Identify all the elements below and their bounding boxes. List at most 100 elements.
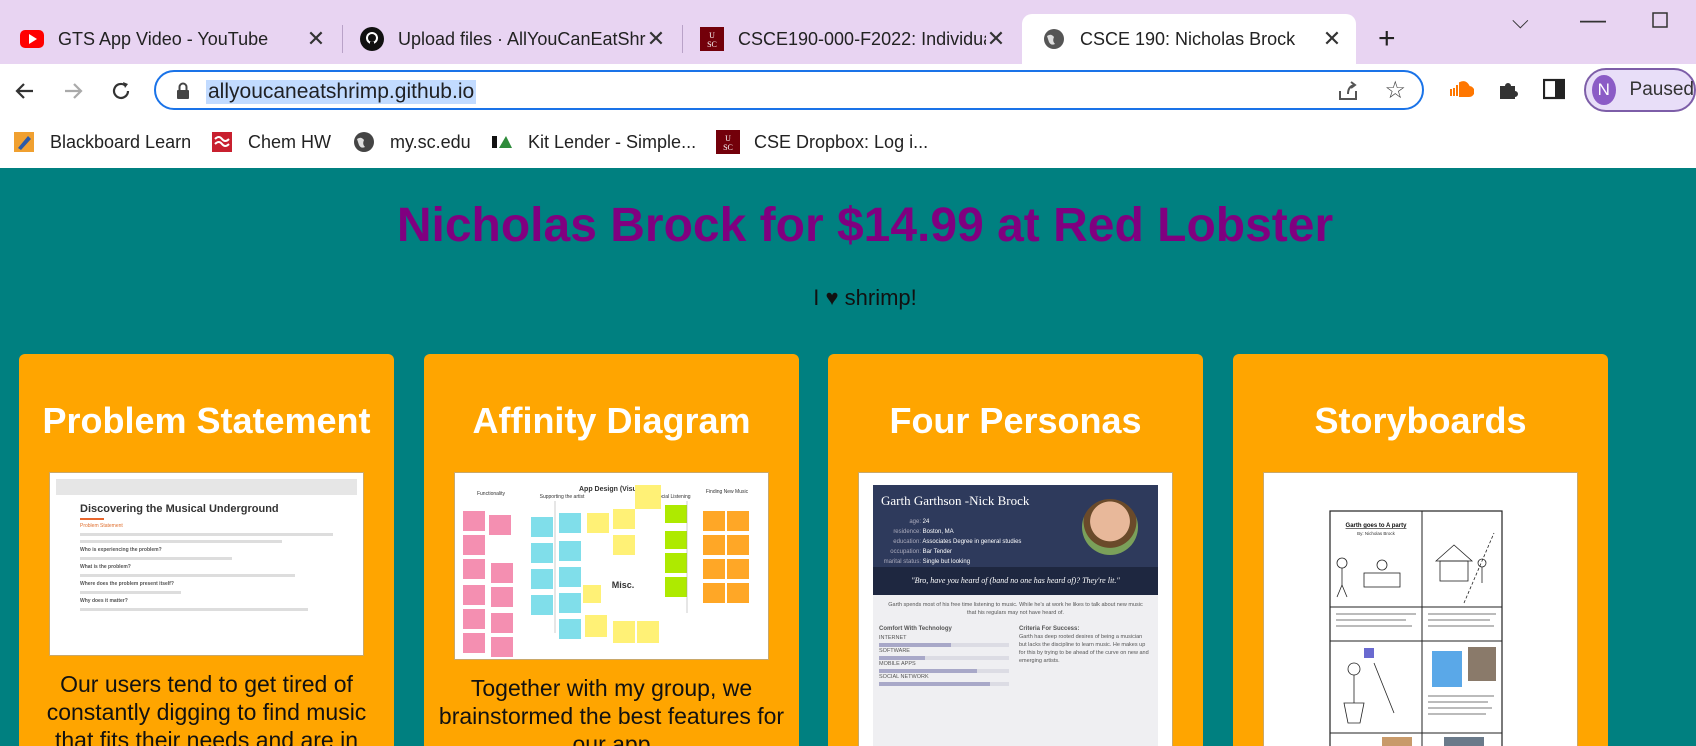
card-affinity-diagram: Affinity Diagram Functionality Supportin… [424, 354, 799, 746]
card-storyboards: Storyboards Garth goes to A party By: Ni… [1233, 354, 1608, 746]
persona-criteria-heading: Criteria For Success: [1019, 626, 1080, 632]
card-four-personas: Four Personas Garth Garthson -Nick Brock… [828, 354, 1203, 746]
storyboard-image[interactable]: Garth goes to A party By: Nicholas Brock [1263, 472, 1578, 746]
affinity-header: Finding New Music [706, 489, 749, 495]
card-description: Our users tend to get tired of constantl… [46, 671, 367, 746]
profile-button[interactable]: N Paused [1584, 68, 1696, 112]
card-heading: Problem Statement [42, 400, 371, 441]
close-icon[interactable]: ✕ [646, 26, 666, 52]
youtube-icon [20, 27, 44, 51]
arrow-right-icon [65, 83, 83, 99]
web-page: Nicholas Brock for $14.99 at Red Lobster… [0, 168, 1696, 746]
card-problem-statement: Problem Statement Discovering the Musica… [19, 354, 394, 746]
tab-csce190-course[interactable]: U SC CSCE190-000-F2022: Individua ✕ [680, 14, 1020, 64]
new-tab-button[interactable]: + [1378, 22, 1396, 56]
card-heading: Storyboards [1314, 400, 1527, 441]
profile-status: Paused [1629, 79, 1694, 100]
thumb-question: Who is experiencing the problem? [80, 547, 162, 553]
bookmark-label: Chem HW [248, 131, 332, 152]
tab-youtube[interactable]: GTS App Video - YouTube ✕ [0, 14, 340, 64]
comfort-bar [879, 682, 990, 686]
storyboard-graphic: Garth goes to A party By: Nicholas Brock [1329, 510, 1503, 746]
avatar: N [1592, 75, 1616, 105]
affinity-center-label: Misc. [612, 580, 635, 590]
persona-tech-comfort: Comfort With Technology INTERNET SOFTWAR… [879, 625, 1009, 686]
globe-icon [352, 130, 376, 154]
svg-text:SC: SC [707, 40, 717, 49]
persona-bio: Garth spends most of his free time liste… [888, 602, 1143, 616]
persona-comfort-heading: Comfort With Technology [879, 626, 952, 632]
forward-button[interactable] [56, 74, 90, 108]
comfort-label: MOBILE APPS [879, 661, 916, 667]
thumb-question: Why does it matter? [80, 598, 128, 604]
bookmark-kit-lender[interactable]: Kit Lender - Simple... [490, 130, 696, 154]
affinity-header: Supporting the artist [540, 494, 585, 500]
arrow-left-icon [15, 83, 33, 99]
tab-search-chevron-icon[interactable]: ⌵ [1512, 8, 1529, 34]
bookmark-chem-hw[interactable]: Chem HW [210, 130, 331, 154]
svg-text:U: U [709, 31, 715, 40]
bookmark-label: Blackboard Learn [50, 131, 192, 152]
bookmark-star-icon[interactable]: ☆ [1384, 76, 1406, 105]
tab-strip: GTS App Video - YouTube ✕ Upload files ·… [0, 0, 1696, 64]
persona-header: Garth Garthson -Nick Brock age: 24 resid… [873, 485, 1158, 595]
affinity-diagram-image[interactable]: Functionality Supporting the artist App … [454, 472, 769, 660]
kitlender-icon [490, 130, 514, 154]
comfort-label: INTERNET [879, 635, 907, 641]
address-bar[interactable]: allyoucaneatshrimp.github.io ☆ [154, 70, 1424, 110]
page-title: Nicholas Brock for $14.99 at Red Lobster [396, 199, 1334, 252]
tagline: I ♥ shrimp! [813, 285, 917, 310]
bookmark-label: Kit Lender - Simple... [528, 131, 697, 152]
close-icon[interactable]: ✕ [306, 26, 326, 52]
persona-name: Garth Garthson -Nick Brock [881, 493, 1030, 508]
usc-icon: U SC [716, 130, 740, 154]
usc-icon: U SC [700, 27, 724, 51]
card-heading: Affinity Diagram [472, 400, 751, 441]
share-icon[interactable] [1336, 79, 1360, 108]
bookmark-label: my.sc.edu [390, 131, 471, 152]
extensions-puzzle-icon[interactable] [1496, 78, 1520, 107]
tab-title: GTS App Video - YouTube [58, 28, 269, 49]
close-icon[interactable]: ✕ [1322, 26, 1342, 52]
minimize-button[interactable]: — [1580, 4, 1606, 35]
bookmark-blackboard-learn[interactable]: Blackboard Learn [12, 130, 191, 154]
comfort-label: SOCIAL NETWORK [879, 674, 929, 680]
bookmark-my-sc-edu[interactable]: my.sc.edu [352, 130, 471, 154]
thumb-subtitle: Problem Statement [80, 523, 123, 529]
bookmarks-bar: Blackboard Learn Chem HW my.sc.edu Kit L… [0, 118, 1696, 169]
persona-photo [1082, 499, 1138, 555]
tab-title: Upload files · AllYouCanEatShri [398, 28, 646, 49]
thumb-question: Where does the problem present itself? [80, 581, 174, 587]
persona-details: age: 24 residence: Boston, MA education:… [883, 519, 1022, 565]
thumb-title: Discovering the Musical Underground [80, 503, 279, 515]
browser-toolbar: allyoucaneatshrimp.github.io ☆ N Paused [0, 64, 1696, 118]
persona-criteria: Criteria For Success: Garth has deep roo… [1019, 625, 1149, 665]
bookmark-label: CSE Dropbox: Log i... [754, 131, 929, 152]
card-description: Together with my group, we brainstormed … [438, 675, 785, 746]
bookmark-cse-dropbox[interactable]: U SC CSE Dropbox: Log i... [716, 130, 928, 154]
svg-text:SC: SC [723, 143, 733, 152]
svg-text:U: U [725, 134, 731, 143]
card-heading: Four Personas [889, 400, 1142, 441]
lock-icon [176, 82, 190, 105]
back-button[interactable] [8, 74, 42, 108]
maximize-button[interactable] [1652, 8, 1668, 34]
storyboard-title: Garth goes to A party [1346, 523, 1408, 529]
persona-image[interactable]: Garth Garthson -Nick Brock age: 24 resid… [858, 472, 1173, 746]
persona-quote: "Bro, have you heard of (band no one has… [873, 567, 1158, 595]
soundcloud-icon[interactable] [1446, 78, 1475, 103]
tab-title: CSCE 190: Nicholas Brock [1080, 28, 1296, 49]
persona-criteria-text: Garth has deep rooted desires of being a… [1019, 634, 1149, 664]
affinity-header: Functionality [477, 491, 506, 497]
side-panel-icon[interactable] [1542, 78, 1566, 105]
tab-csce190-nicholas-brock[interactable]: CSCE 190: Nicholas Brock ✕ [1022, 14, 1356, 64]
problem-statement-image[interactable]: Discovering the Musical Underground Prob… [49, 472, 364, 656]
url-text[interactable]: allyoucaneatshrimp.github.io [206, 80, 477, 104]
reload-button[interactable] [104, 74, 138, 108]
chem-icon [210, 130, 234, 154]
persona-body: Garth spends most of his free time liste… [873, 595, 1158, 746]
close-icon[interactable]: ✕ [986, 26, 1006, 52]
pencil-icon [12, 130, 36, 154]
sticky-notes-graphic: Functionality Supporting the artist App … [463, 485, 749, 657]
tab-github[interactable]: Upload files · AllYouCanEatShri ✕ [340, 14, 680, 64]
